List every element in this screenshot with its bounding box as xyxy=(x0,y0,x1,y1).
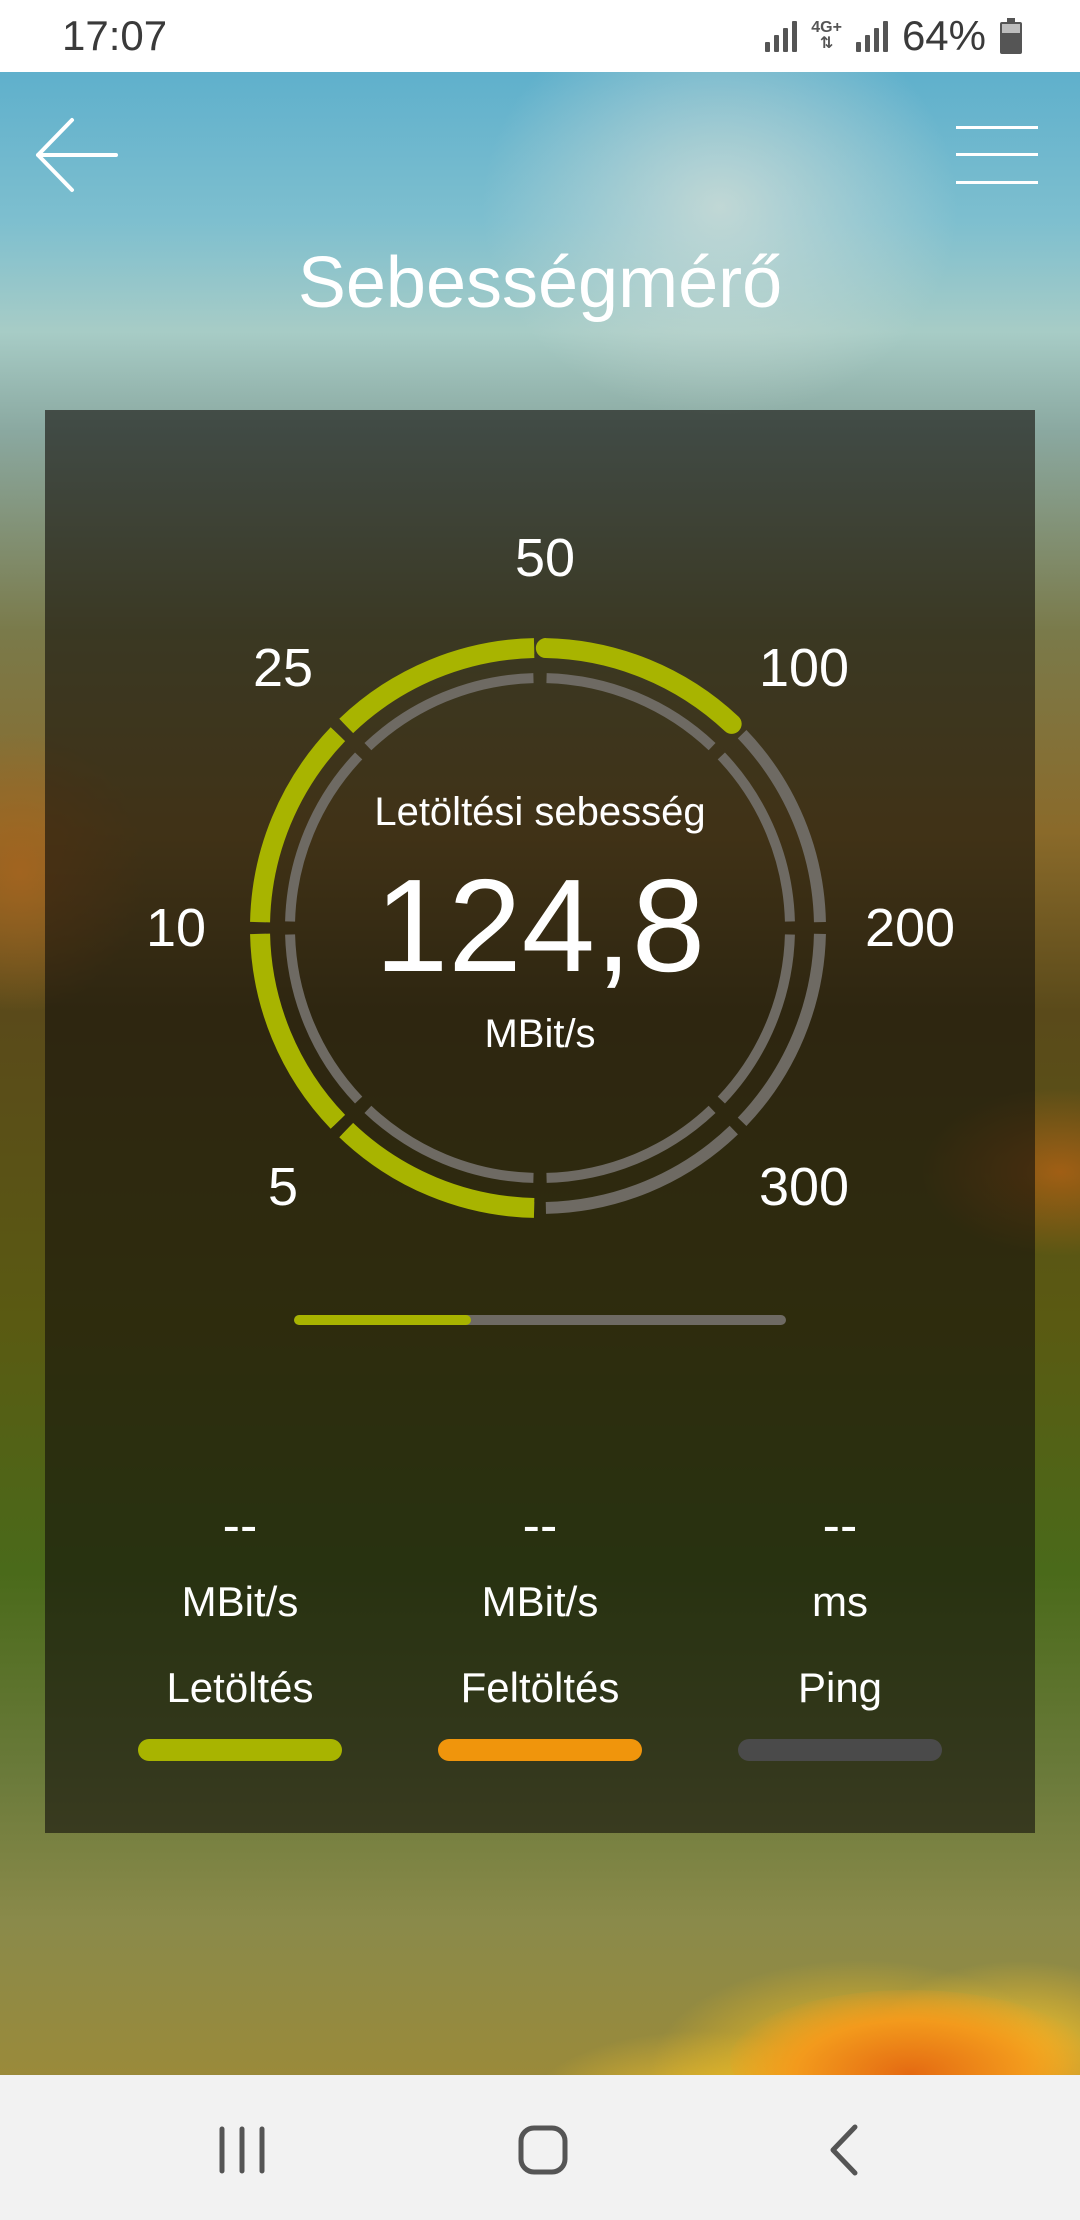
gauge-fill-segment xyxy=(339,1122,535,1218)
back-icon xyxy=(830,2124,858,2176)
recent-apps-button[interactable] xyxy=(202,2115,282,2185)
stat-value: -- xyxy=(822,1497,858,1555)
stat-label: Feltöltés xyxy=(460,1664,620,1711)
home-button[interactable] xyxy=(503,2115,583,2185)
gauge-scale-label: 50 xyxy=(514,528,576,588)
system-navigation-bar xyxy=(0,2075,1080,2220)
home-icon xyxy=(518,2125,568,2175)
gauge-track-segment xyxy=(545,1125,738,1214)
stat-label: Letöltés xyxy=(166,1664,314,1711)
stat-ping: -- ms Ping xyxy=(690,1495,990,1761)
stat-unit: MBit/s xyxy=(181,1578,299,1625)
gauge-fill-segment xyxy=(339,638,535,734)
gauge-fill-segment xyxy=(535,638,742,734)
test-progress-bar xyxy=(294,1315,786,1325)
stat-unit: MBit/s xyxy=(481,1578,599,1625)
stat-upload: -- MBit/s Feltöltés xyxy=(390,1495,690,1761)
gauge-label: Letöltési sebesség xyxy=(374,790,706,834)
gauge-scale-label: 5 xyxy=(267,1157,299,1217)
system-back-button[interactable] xyxy=(805,2115,885,2185)
stat-color-bar xyxy=(138,1739,342,1761)
gauge-speed-value: 124,8 xyxy=(374,852,706,999)
gauge-scale-label: 25 xyxy=(252,638,314,698)
stat-value: -- xyxy=(522,1497,558,1555)
stat-label: Ping xyxy=(797,1664,883,1711)
gauge-scale-label: 100 xyxy=(758,638,850,698)
gauge-scale-label: 300 xyxy=(758,1157,850,1217)
test-progress-fill xyxy=(294,1315,472,1325)
recent-apps-icon xyxy=(219,2126,265,2174)
stat-download: -- MBit/s Letöltés xyxy=(90,1495,390,1761)
stat-value: -- xyxy=(222,1497,258,1555)
gauge-unit: MBit/s xyxy=(484,1012,596,1056)
stat-color-bar xyxy=(438,1739,642,1761)
stat-color-bar xyxy=(738,1739,942,1761)
stat-unit: ms xyxy=(812,1578,868,1625)
speed-gauge xyxy=(250,638,826,1218)
